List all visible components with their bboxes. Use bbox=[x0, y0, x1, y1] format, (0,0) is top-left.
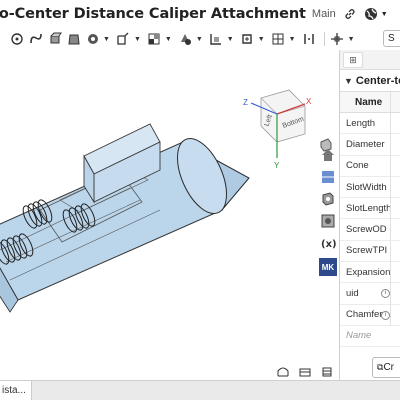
transform-icon[interactable] bbox=[177, 31, 194, 47]
variable-rows: Length Diameter Cone SlotWidth SlotLength Scr… bbox=[340, 113, 400, 326]
view-orientation-icon[interactable] bbox=[319, 190, 337, 208]
panel-tab[interactable]: ⊞ bbox=[343, 52, 363, 68]
variable-row[interactable]: SlotLength bbox=[340, 198, 400, 220]
chevron-down-icon[interactable]: ▼ bbox=[227, 36, 234, 43]
feature-toolbar: ▼ ▼ ▼ ▼ ▼ ▼ ▼ ▼ bbox=[0, 28, 400, 50]
app-window: to-Center Distance Caliper Attachment Ma… bbox=[0, 0, 400, 400]
column-divider bbox=[390, 92, 391, 326]
custom-variable-icon[interactable]: (x) bbox=[319, 234, 337, 252]
variable-name: Length bbox=[346, 117, 376, 129]
chevron-down-icon[interactable]: ▼ bbox=[344, 76, 353, 86]
section-view-icon[interactable] bbox=[319, 168, 337, 186]
variable-row[interactable]: SlotWidth bbox=[340, 177, 400, 199]
variable-name: SlotLength bbox=[346, 202, 392, 214]
variable-row[interactable]: Cone bbox=[340, 156, 400, 177]
variable-row[interactable]: uid i bbox=[340, 283, 400, 305]
fillet-icon[interactable] bbox=[27, 31, 44, 47]
move-icon[interactable] bbox=[329, 31, 346, 47]
shell-icon[interactable] bbox=[115, 31, 132, 47]
pattern-icon[interactable] bbox=[270, 31, 287, 47]
right-icon-strip: (x) MK bbox=[313, 50, 339, 380]
variable-name: Cone bbox=[346, 160, 369, 172]
document-title[interactable]: to-Center Distance Caliper Attachment bbox=[0, 6, 306, 22]
document-tab-bar: ista... bbox=[0, 380, 400, 400]
chevron-down-icon[interactable]: ▼ bbox=[165, 36, 172, 43]
column-header-name: Name bbox=[355, 96, 383, 108]
chevron-down-icon[interactable]: ▼ bbox=[289, 36, 296, 43]
view-cube-x-label: X bbox=[306, 97, 312, 106]
part-model[interactable]: Left Bottom Z X Y bbox=[0, 50, 313, 380]
variable-name: uid bbox=[346, 288, 359, 300]
panel-title: Center-to- bbox=[355, 74, 400, 87]
variable-name: Diameter bbox=[346, 138, 385, 150]
branch-label[interactable]: Main bbox=[312, 8, 336, 20]
sketch-button[interactable]: S bbox=[383, 30, 400, 47]
info-icon[interactable]: i bbox=[381, 289, 390, 299]
measure-icon[interactable] bbox=[276, 366, 290, 378]
chevron-down-icon[interactable]: ▼ bbox=[258, 36, 265, 43]
chevron-down-icon[interactable]: ▼ bbox=[381, 11, 388, 18]
variable-row[interactable]: ScrewTPI bbox=[340, 241, 400, 263]
variable-icon[interactable] bbox=[301, 31, 318, 47]
variable-name: Expansion bbox=[346, 266, 391, 278]
document-tab-active[interactable]: ista... bbox=[0, 381, 32, 400]
bill-of-materials-icon[interactable] bbox=[320, 366, 334, 378]
info-icon[interactable]: i bbox=[381, 310, 390, 320]
mate-connector-icon[interactable] bbox=[239, 31, 256, 47]
variable-row[interactable]: ScrewOD bbox=[340, 219, 400, 241]
create-button[interactable]: ⧉Cr bbox=[372, 357, 400, 378]
link-icon[interactable] bbox=[344, 8, 356, 20]
view-cube-z-label: Z bbox=[243, 98, 248, 107]
sweep-icon[interactable] bbox=[84, 31, 101, 47]
sketch-icon[interactable] bbox=[8, 31, 25, 47]
display-style-icon[interactable] bbox=[319, 212, 337, 230]
variable-name: SlotWidth bbox=[346, 181, 387, 193]
graphics-viewport[interactable]: Left Bottom Z X Y bbox=[0, 50, 313, 380]
svg-text:(x): (x) bbox=[321, 239, 336, 250]
variable-row[interactable]: Chamfer i bbox=[340, 305, 400, 326]
revolve-icon[interactable] bbox=[65, 31, 82, 47]
extrude-icon[interactable] bbox=[46, 31, 63, 47]
view-cube-y-label: Y bbox=[274, 161, 280, 170]
title-bar: to-Center Distance Caliper Attachment Ma… bbox=[0, 0, 400, 28]
boolean-icon[interactable] bbox=[146, 31, 163, 47]
view-cube: Left Bottom Z X Y bbox=[243, 89, 312, 170]
variable-name: ScrewTPI bbox=[346, 245, 388, 257]
chevron-down-icon[interactable]: ▼ bbox=[103, 36, 110, 43]
create-button-label: Cr bbox=[383, 362, 394, 373]
panel-tab-bar: ⊞ bbox=[340, 50, 400, 70]
toolbar-divider bbox=[323, 32, 325, 46]
chevron-down-icon[interactable]: ▼ bbox=[134, 36, 141, 43]
mass-properties-icon[interactable] bbox=[298, 366, 312, 378]
chevron-down-icon[interactable]: ▼ bbox=[196, 36, 203, 43]
globe-icon[interactable] bbox=[364, 7, 378, 21]
variable-row[interactable]: Expansion bbox=[340, 262, 400, 284]
mk-panel-button[interactable]: MK bbox=[319, 258, 337, 276]
variable-row[interactable]: Diameter bbox=[340, 134, 400, 156]
plane-icon[interactable] bbox=[208, 31, 225, 47]
variable-name: ScrewOD bbox=[346, 224, 387, 236]
home-icon[interactable] bbox=[319, 146, 337, 164]
variable-row[interactable]: Length bbox=[340, 113, 400, 135]
column-header: Name bbox=[340, 92, 400, 113]
panel-header[interactable]: ▼ Center-to- bbox=[340, 70, 400, 92]
variable-name: Chamfer bbox=[346, 309, 383, 321]
chevron-down-icon[interactable]: ▼ bbox=[348, 36, 355, 43]
add-variable-row[interactable]: Name bbox=[340, 326, 400, 347]
